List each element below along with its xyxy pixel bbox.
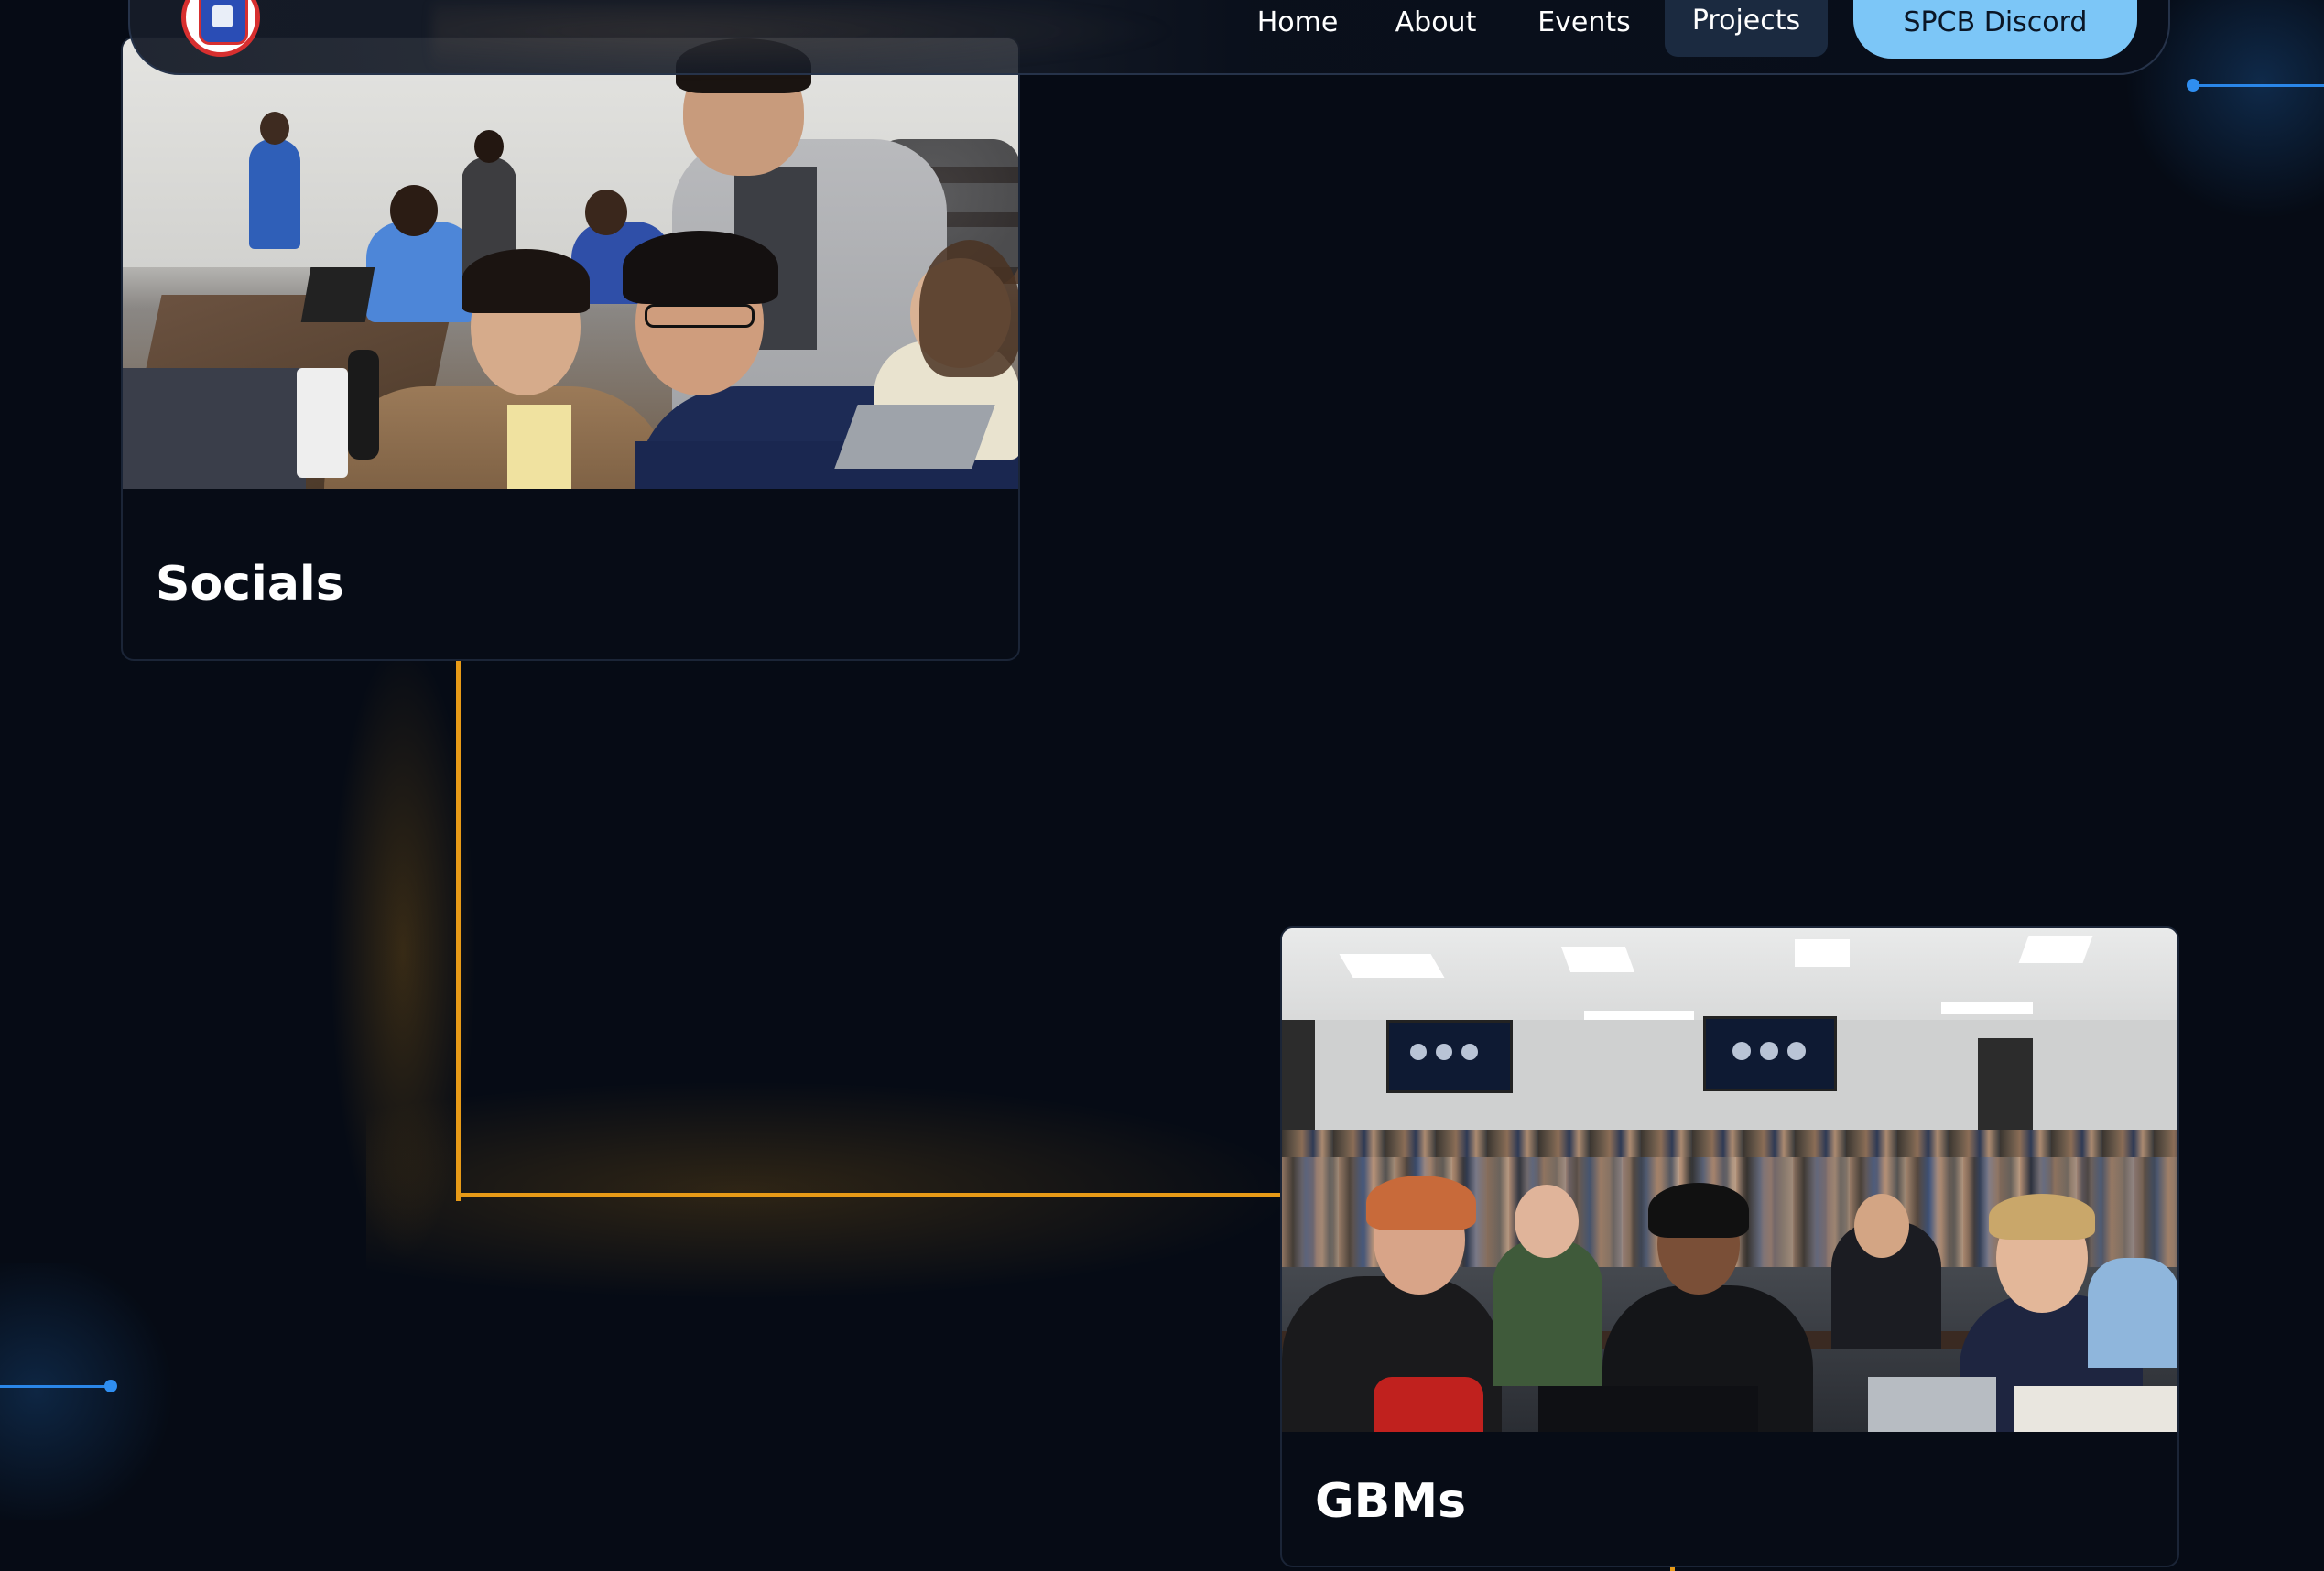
- timeline-glow-horizontal: [366, 1080, 1300, 1300]
- card-title: Socials: [156, 557, 344, 612]
- timeline-branch-left: [0, 1385, 110, 1388]
- socials-photo: [123, 38, 1018, 489]
- timeline-branch-top-right: [2192, 84, 2324, 87]
- nav-link-home[interactable]: Home: [1247, 0, 1348, 57]
- nav-link-projects[interactable]: Projects: [1665, 0, 1828, 57]
- timeline-connector-vertical: [456, 659, 461, 1201]
- blue-glow-left: [0, 1263, 183, 1520]
- gbms-card[interactable]: GBMs: [1280, 926, 2179, 1567]
- timeline-dot-left: [104, 1380, 117, 1392]
- discord-button[interactable]: SPCB Discord: [1853, 0, 2137, 59]
- navbar-backdrop: [432, 2, 1183, 75]
- card-title: GBMs: [1315, 1474, 1467, 1529]
- timeline-glow: [330, 641, 476, 1263]
- gbms-photo: [1282, 928, 2177, 1432]
- socials-card[interactable]: Socials: [121, 37, 1020, 661]
- page: Socials GBMs Home About Events Projects …: [0, 0, 2324, 1571]
- nav-link-about[interactable]: About: [1385, 0, 1487, 57]
- timeline-connector-horizontal: [456, 1193, 1282, 1197]
- nav-link-events[interactable]: Events: [1527, 0, 1641, 57]
- logo-shield-icon: [199, 0, 248, 45]
- timeline-dot-top-right: [2187, 79, 2199, 92]
